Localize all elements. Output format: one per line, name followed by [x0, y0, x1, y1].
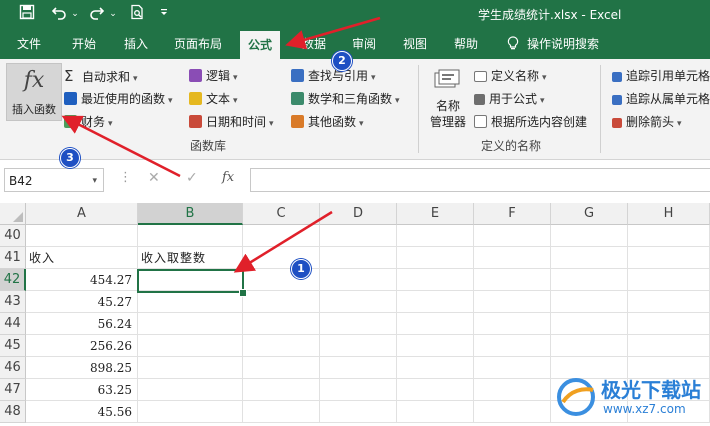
step-badge-1: 1 — [291, 259, 311, 279]
watermark-brand: 极光下载站 — [601, 378, 701, 402]
watermark: 极光下载站 www.xz7.com — [555, 372, 705, 422]
watermark-logo-icon — [557, 378, 595, 416]
watermark-url: www.xz7.com — [603, 402, 686, 416]
annotation-overlay — [61, 16, 381, 273]
step-badge-2: 2 — [332, 51, 352, 71]
arrow-to-cell-b42 — [233, 210, 333, 273]
step-badge-3: 3 — [60, 148, 80, 168]
arrow-to-formulas-tab — [285, 16, 381, 50]
arrow-to-insert-function — [61, 115, 181, 178]
